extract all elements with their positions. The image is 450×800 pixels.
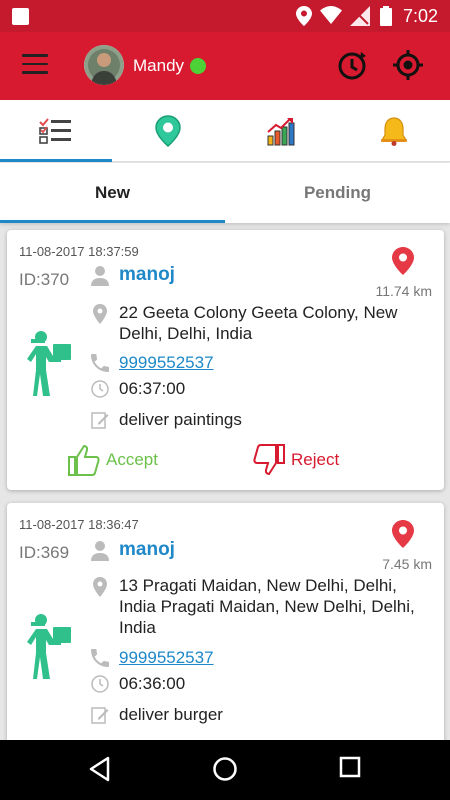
reject-label: Reject: [291, 450, 340, 469]
avatar[interactable]: [84, 45, 124, 85]
customer-row: manoj: [87, 264, 428, 286]
subtab-indicator: [0, 220, 225, 223]
time-row: 06:37:00: [87, 378, 428, 399]
notifications-bell-icon: [380, 117, 408, 146]
address-text: 22 Geeta Colony Geeta Colony, New Delhi,…: [119, 303, 398, 343]
address-pin-icon: [93, 304, 107, 324]
location-status-icon: [296, 6, 312, 26]
note-icon: [91, 412, 109, 429]
order-note: deliver burger: [119, 705, 223, 724]
map-location-icon: [155, 115, 181, 147]
order-id: ID:370: [19, 270, 70, 289]
address-row: 13 Pragati Maidan, New Delhi, Delhi, Ind…: [87, 575, 428, 638]
address-pin-icon: [93, 577, 107, 597]
task-list-icon: [39, 118, 71, 144]
customer-name: manoj: [119, 539, 175, 560]
accept-label: Accept: [106, 450, 158, 469]
signal-icon: [350, 6, 370, 26]
delivery-time: 06:37:00: [119, 379, 186, 398]
customer-row: manoj: [87, 539, 428, 561]
clock-text: 7:02: [402, 6, 438, 26]
order-card[interactable]: 11-08-2017 18:36:47 ID:369 7.45 km manoj…: [7, 503, 444, 748]
back-icon[interactable]: [88, 756, 112, 782]
tab-indicator: [0, 159, 112, 162]
order-id: ID:369: [19, 543, 70, 562]
status-bar: 7:02: [0, 0, 450, 32]
note-row: deliver paintings: [87, 409, 428, 430]
delivery-time: 06:36:00: [119, 674, 186, 693]
recents-icon[interactable]: [339, 756, 361, 778]
app-toolbar: Mandy: [0, 32, 450, 100]
phone-link[interactable]: 9999552537: [113, 647, 214, 668]
notification-icon: [12, 8, 29, 25]
main-tabs: [0, 100, 450, 162]
order-date: 11-08-2017 18:37:59: [19, 244, 139, 259]
clock-icon: [91, 380, 109, 398]
phone-icon: [91, 649, 109, 667]
battery-icon: [380, 6, 392, 26]
thumbs-down-icon: [253, 444, 285, 476]
online-status-indicator: [190, 58, 206, 74]
user-name: Mandy: [133, 56, 185, 75]
tab-pending[interactable]: Pending: [225, 163, 450, 223]
person-icon: [91, 541, 109, 561]
order-note: deliver paintings: [119, 410, 242, 429]
tab-tasks[interactable]: [0, 100, 112, 162]
phone-icon: [91, 354, 109, 372]
phone-link[interactable]: 9999552537: [113, 352, 214, 373]
note-row: deliver burger: [87, 704, 428, 725]
clock-icon: [91, 675, 109, 693]
note-icon: [91, 707, 109, 724]
tab-map[interactable]: [112, 100, 224, 162]
thumbs-up-icon: [68, 444, 100, 476]
wifi-icon: [320, 6, 342, 24]
tab-notifications[interactable]: [338, 100, 450, 162]
accept-button[interactable]: Accept: [67, 443, 158, 477]
tab-new[interactable]: New: [0, 163, 225, 223]
stats-chart-icon: [267, 118, 295, 146]
home-icon[interactable]: [212, 756, 238, 782]
customer-name: manoj: [119, 264, 175, 285]
reject-button[interactable]: Reject: [252, 443, 339, 477]
gps-target-icon[interactable]: [391, 48, 425, 82]
delivery-courier-icon: [27, 614, 71, 679]
order-card[interactable]: 11-08-2017 18:37:59 ID:370 11.74 km mano…: [7, 230, 444, 490]
phone-row: 9999552537: [87, 647, 428, 668]
system-nav-bar: [0, 740, 450, 800]
person-icon: [91, 266, 109, 286]
address-text: 13 Pragati Maidan, New Delhi, Delhi, Ind…: [119, 576, 415, 637]
history-icon[interactable]: [336, 48, 370, 82]
order-status-tabs: New Pending: [0, 163, 450, 223]
order-date: 11-08-2017 18:36:47: [19, 517, 139, 532]
menu-icon[interactable]: [22, 54, 48, 76]
phone-row: 9999552537: [87, 352, 428, 373]
tab-stats[interactable]: [225, 100, 337, 162]
address-row: 22 Geeta Colony Geeta Colony, New Delhi,…: [87, 302, 428, 344]
time-row: 06:36:00: [87, 673, 428, 694]
delivery-courier-icon: [27, 331, 71, 396]
